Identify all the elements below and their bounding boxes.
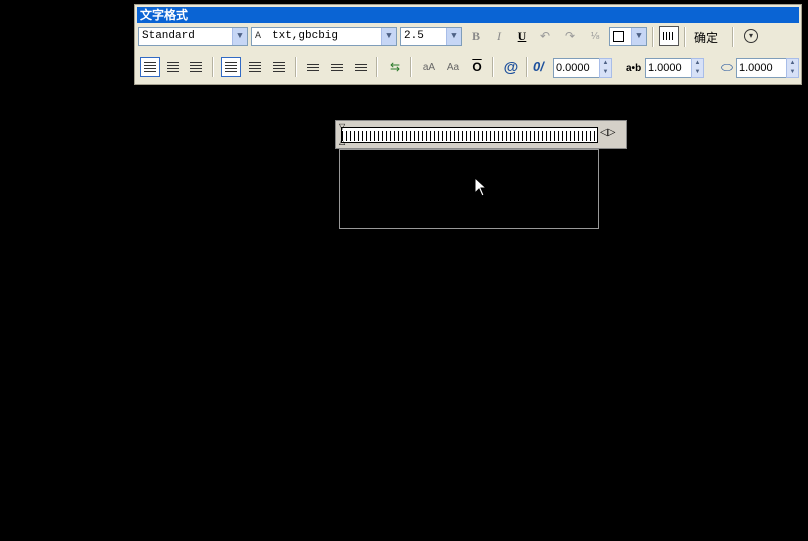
symbol-button[interactable]: @ [501, 57, 521, 77]
bullet-list-icon[interactable] [327, 57, 347, 77]
chevron-down-icon[interactable]: ▼ [381, 28, 396, 45]
tracking-label: a•b [626, 63, 642, 74]
text-edit-area[interactable] [339, 149, 599, 229]
align-middle-icon[interactable] [245, 57, 265, 77]
separator [526, 57, 528, 77]
overline-icon[interactable]: O [467, 57, 487, 77]
chevron-down-icon[interactable]: ▼ [446, 28, 461, 45]
style-value: Standard [142, 30, 195, 42]
separator [684, 27, 686, 47]
color-swatch-icon [613, 31, 624, 42]
style-select[interactable]: Standard ▼ [138, 27, 248, 46]
ok-button[interactable]: 确定 [694, 29, 718, 46]
ruler-scale[interactable] [341, 127, 598, 143]
bold-button[interactable]: B [466, 26, 486, 46]
numbered-list-icon[interactable] [303, 57, 323, 77]
redo-icon[interactable]: ↷ [560, 26, 580, 46]
toolbar-title[interactable]: 文字格式 [137, 7, 799, 23]
oblique-angle-label: 0/ [533, 59, 544, 74]
font-value: txt,gbcbig [272, 30, 339, 42]
separator [376, 57, 378, 77]
align-left-icon[interactable] [140, 57, 160, 77]
chevron-down-icon[interactable]: ▼ [232, 28, 247, 45]
ruler-toggle-icon[interactable] [659, 26, 679, 46]
align-center-icon[interactable] [163, 57, 183, 77]
text-format-toolbar: 文字格式 Standard ▼ A txt,gbcbig ▼ 2.5 ▼ B I… [134, 4, 802, 85]
options-icon[interactable]: ▾ [741, 26, 761, 46]
oblique-spinner[interactable]: ▲ ▼ [599, 58, 612, 78]
letter-list-icon[interactable] [351, 57, 371, 77]
lowercase-icon[interactable]: Aa [443, 57, 463, 77]
align-right-icon[interactable] [186, 57, 206, 77]
separator [212, 57, 214, 77]
undo-icon[interactable]: ↶ [535, 26, 555, 46]
width-factor-input[interactable]: 1.0000 [736, 58, 790, 78]
text-height-select[interactable]: 2.5 ▼ [400, 27, 462, 46]
width-factor-spinner[interactable]: ▲ ▼ [786, 58, 799, 78]
mouse-cursor-icon [475, 178, 487, 197]
uppercase-icon[interactable]: aA [419, 57, 439, 77]
height-value: 2.5 [404, 30, 424, 42]
width-factor-icon: ⬭ [721, 58, 733, 75]
underline-button[interactable]: U [512, 26, 532, 46]
separator [295, 57, 297, 77]
ruler-resize-arrows-icon[interactable]: ◁▷ [600, 127, 615, 138]
stack-icon[interactable]: ⅛ [585, 26, 605, 46]
tracking-spinner[interactable]: ▲ ▼ [691, 58, 704, 78]
separator [652, 27, 654, 47]
indent-marker-icon[interactable]: ▽ [339, 122, 345, 131]
align-top-icon[interactable] [221, 57, 241, 77]
separator [732, 27, 734, 47]
font-select[interactable]: A txt,gbcbig ▼ [251, 27, 397, 46]
font-type-icon: A [255, 31, 262, 42]
color-select[interactable]: ▼ [609, 27, 647, 46]
separator [410, 57, 412, 77]
text-ruler[interactable]: ▽ △ ◁▷ [335, 120, 627, 149]
chevron-down-icon[interactable]: ▼ [631, 28, 646, 45]
insert-field-icon[interactable]: ⇆ [385, 57, 405, 77]
separator [492, 57, 494, 77]
italic-button[interactable]: I [489, 26, 509, 46]
indent-marker-icon[interactable]: △ [339, 137, 345, 146]
align-bottom-icon[interactable] [269, 57, 289, 77]
